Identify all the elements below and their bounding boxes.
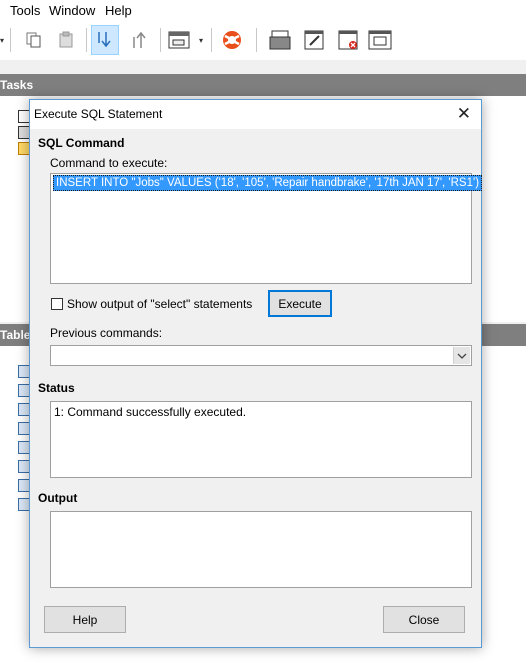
status-heading: Status: [38, 381, 75, 395]
form-dropdown-arrow-icon[interactable]: ▾: [199, 36, 203, 45]
execute-button[interactable]: Execute: [268, 290, 332, 317]
toolbar-separator: [86, 28, 87, 52]
paste-icon: [59, 31, 73, 48]
show-output-label[interactable]: Show output of "select" statements: [67, 297, 252, 311]
dialog-titlebar: Execute SQL Statement ✕: [30, 100, 481, 129]
dropdown-arrow-icon[interactable]: ▾: [0, 36, 4, 45]
command-input[interactable]: INSERT INTO "Jobs" VALUES ('18', '105', …: [50, 173, 483, 284]
chevron-down-icon[interactable]: [453, 347, 470, 364]
status-text: 1: Command successfully executed.: [54, 405, 247, 419]
show-output-checkbox[interactable]: [51, 298, 63, 310]
close-button[interactable]: Close: [383, 606, 465, 633]
toolbar-separator: [211, 28, 212, 52]
status-output[interactable]: 1: Command successfully executed.: [50, 401, 472, 478]
close-button-label: Close: [408, 612, 440, 627]
command-label: Command to execute:: [50, 156, 168, 170]
toolbar-separator: [256, 28, 257, 52]
menu-tools[interactable]: Tools: [10, 3, 40, 18]
paste-button[interactable]: [52, 25, 80, 55]
sql-command-heading: SQL Command: [38, 136, 125, 150]
menu-help[interactable]: Help: [105, 3, 132, 18]
menu-window[interactable]: Window: [49, 3, 95, 18]
rename-button[interactable]: [366, 25, 394, 55]
folder-table-icon: [269, 30, 291, 50]
delete-table-icon: [338, 30, 358, 50]
command-text: INSERT INTO "Jobs" VALUES ('18', '105', …: [53, 175, 483, 191]
form-button[interactable]: [165, 25, 193, 55]
execute-button-label: Execute: [278, 296, 322, 311]
output-heading: Output: [38, 491, 78, 505]
menu-bar: Tools Window Help: [0, 0, 526, 20]
close-icon[interactable]: ✕: [457, 104, 471, 124]
toolbar-separator: [160, 28, 161, 52]
execute-sql-dialog: Execute SQL Statement ✕ SQL Command Comm…: [29, 99, 483, 648]
delete-button[interactable]: [334, 25, 362, 55]
copy-icon: [26, 32, 41, 48]
sort-up-icon: [133, 31, 146, 48]
help-button[interactable]: Help: [44, 606, 126, 633]
tasks-pane-title: Tasks: [0, 78, 34, 92]
open-database-button[interactable]: [266, 25, 294, 55]
sort-down-icon: [98, 32, 111, 48]
rename-icon: [368, 30, 392, 50]
toolbar-separator: [10, 28, 11, 52]
help-button-label: Help: [72, 612, 98, 627]
copy-button[interactable]: [20, 25, 48, 55]
edit-button[interactable]: [300, 25, 328, 55]
previous-commands-select[interactable]: [50, 345, 472, 366]
sort-ascending-button[interactable]: [126, 25, 154, 55]
dialog-title: Execute SQL Statement: [34, 107, 163, 121]
edit-icon: [304, 30, 324, 50]
form-icon: [168, 31, 190, 49]
tasks-pane-header: Tasks: [0, 74, 526, 96]
help-agent-button[interactable]: [218, 25, 246, 55]
sort-descending-button[interactable]: [91, 25, 119, 55]
output-area[interactable]: [50, 511, 472, 588]
toolbar: ▾ ▾: [0, 20, 526, 60]
previous-commands-label: Previous commands:: [50, 326, 163, 340]
lifebuoy-icon: [223, 31, 241, 49]
